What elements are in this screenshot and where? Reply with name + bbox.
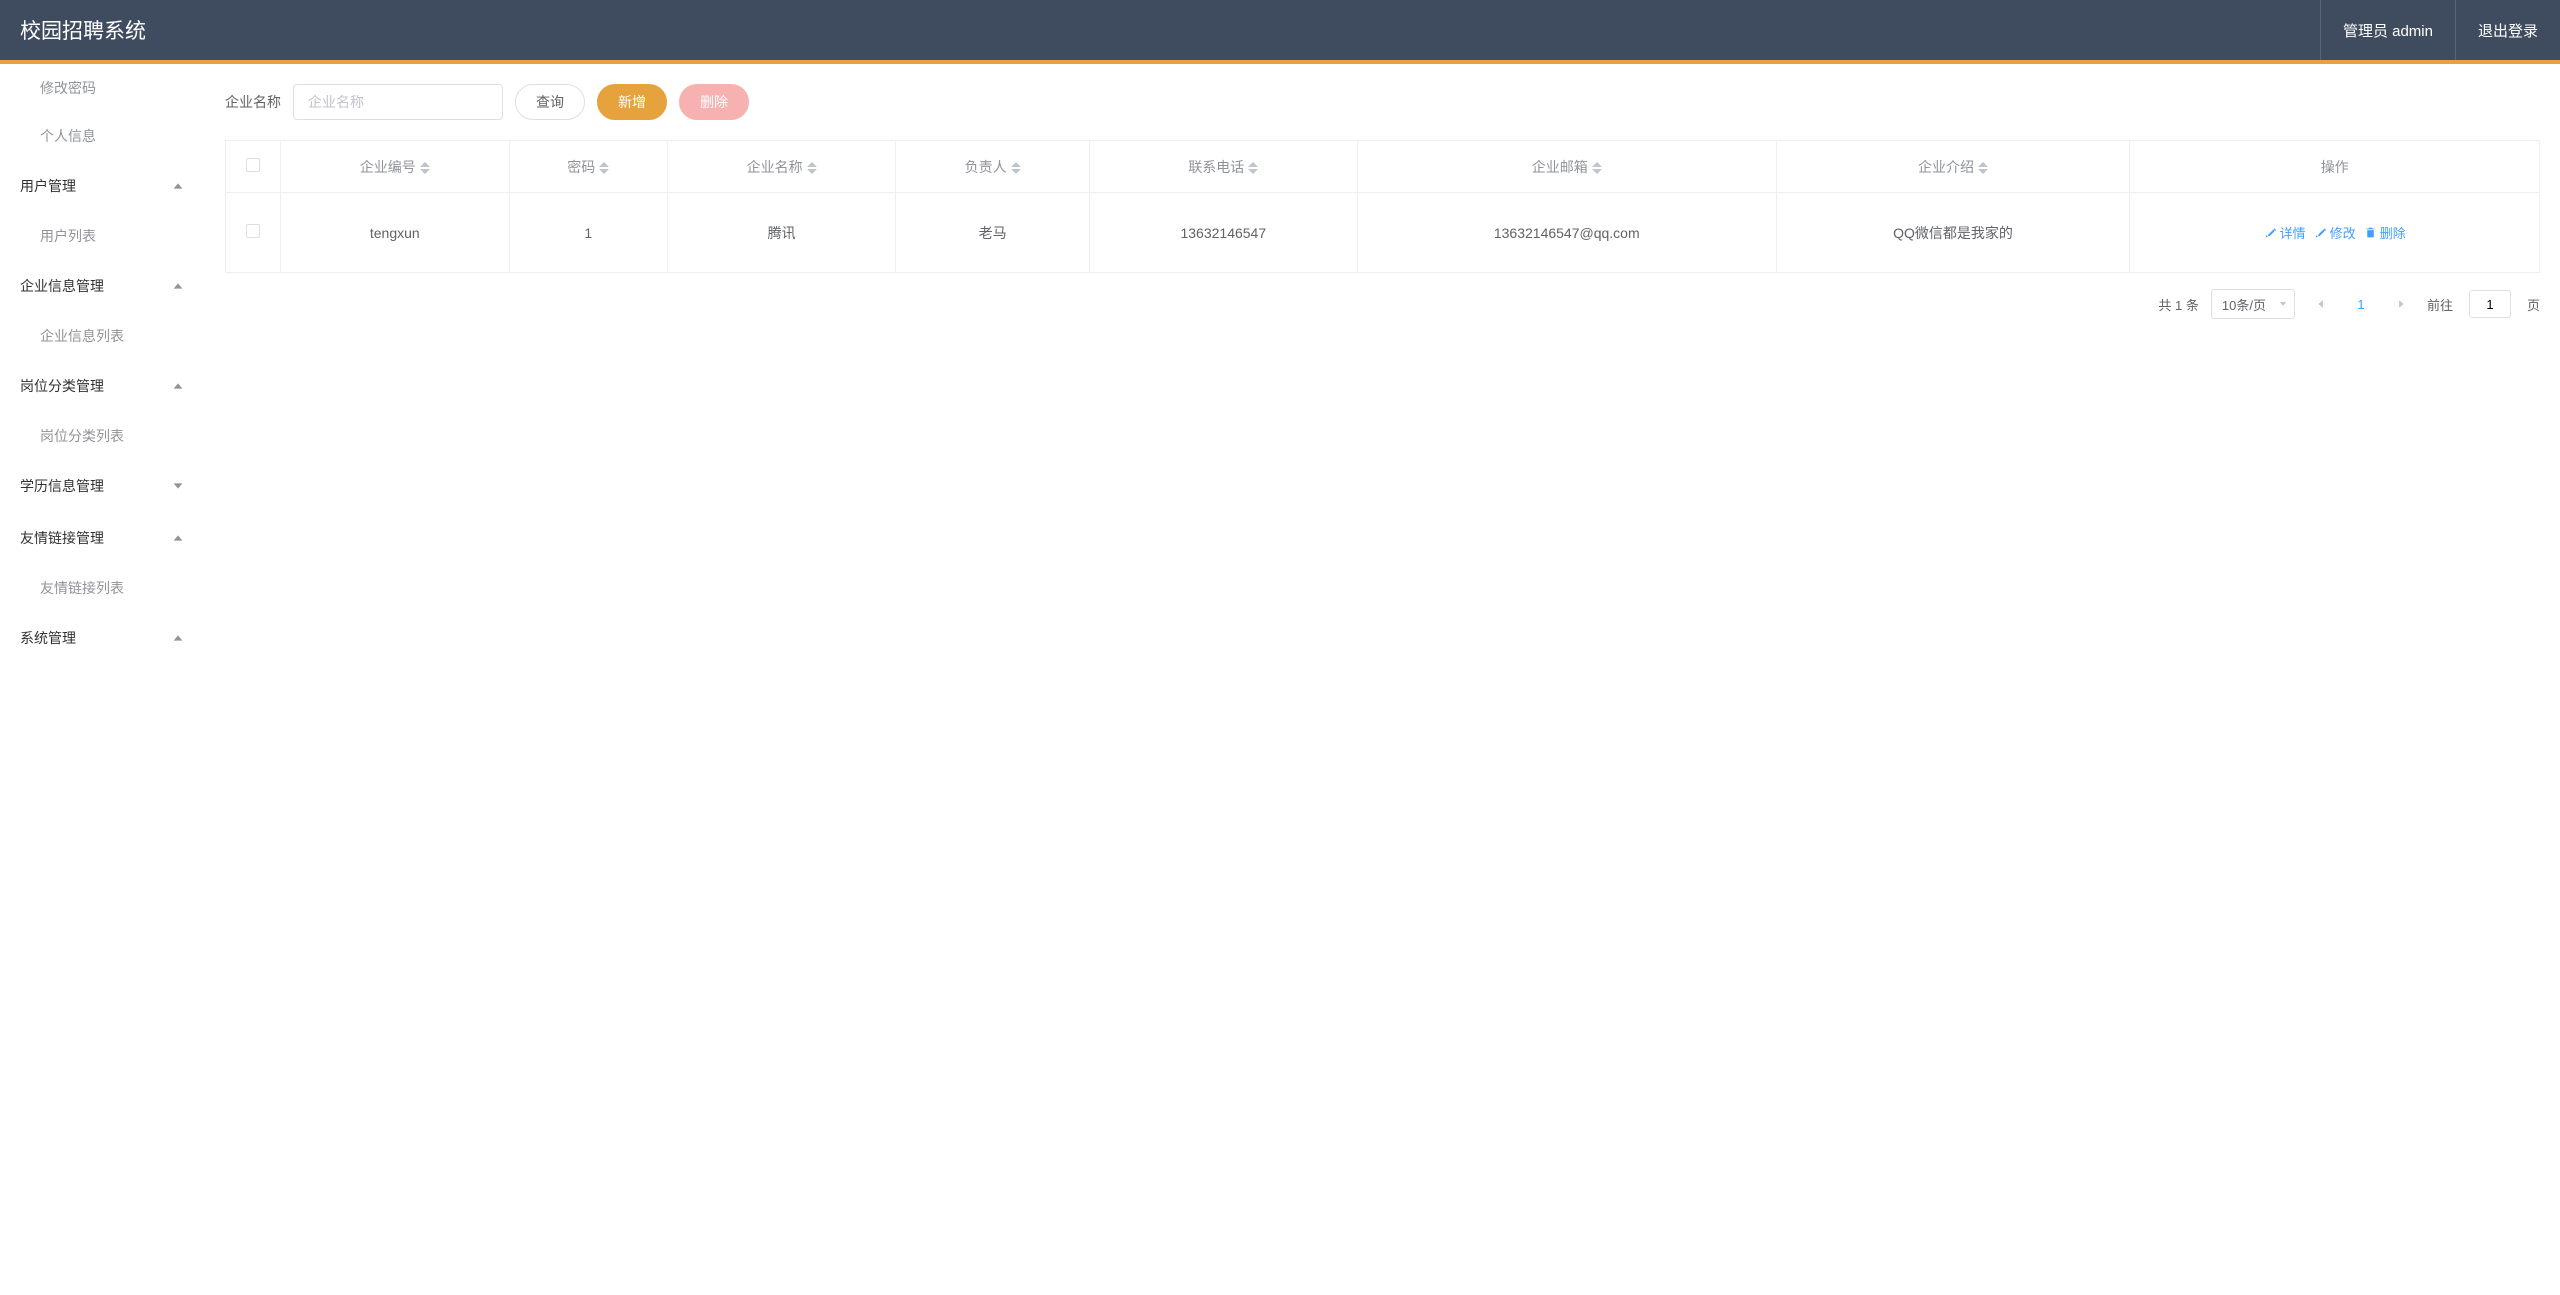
chevron-up-icon xyxy=(171,631,185,645)
pagination: 共 1 条 10条/页 1 前往 页 xyxy=(225,289,2540,319)
cell-actions: 详情 修改 删除 xyxy=(2130,193,2540,273)
sidebar: 修改密码 个人信息 用户管理 用户列表 企业信息管理 企业信息列表 岗位分类管理… xyxy=(0,64,205,1295)
table-row: tengxun 1 腾讯 老马 13632146547 13632146547@… xyxy=(226,193,2540,273)
detail-link[interactable]: 详情 xyxy=(2264,223,2306,242)
sidebar-item-profile[interactable]: 个人信息 xyxy=(0,112,205,160)
sidebar-group-label: 系统管理 xyxy=(20,628,76,648)
col-header-principal[interactable]: 负责人 xyxy=(896,141,1089,193)
cell-name: 腾讯 xyxy=(667,193,896,273)
select-all-header xyxy=(226,141,281,193)
page-number-current[interactable]: 1 xyxy=(2347,290,2375,318)
search-label: 企业名称 xyxy=(225,92,281,112)
sidebar-group-label: 友情链接管理 xyxy=(20,528,104,548)
select-all-checkbox[interactable] xyxy=(246,158,260,172)
enterprise-table: 企业编号 密码 企业名称 负责人 联系电话 企业邮箱 企业介绍 操作 tengx… xyxy=(225,140,2540,273)
sidebar-group-job-category[interactable]: 岗位分类管理 xyxy=(0,360,205,412)
col-header-phone[interactable]: 联系电话 xyxy=(1089,141,1357,193)
add-button[interactable]: 新增 xyxy=(597,84,667,120)
sidebar-group-enterprise[interactable]: 企业信息管理 xyxy=(0,260,205,312)
chevron-down-icon xyxy=(2278,297,2288,312)
row-checkbox[interactable] xyxy=(246,224,260,238)
chevron-left-icon xyxy=(2315,298,2327,310)
col-header-code[interactable]: 企业编号 xyxy=(281,141,510,193)
delete-button[interactable]: 删除 xyxy=(679,84,749,120)
cell-password: 1 xyxy=(509,193,667,273)
cell-email: 13632146547@qq.com xyxy=(1357,193,1776,273)
sidebar-group-user-mgmt[interactable]: 用户管理 xyxy=(0,160,205,212)
sort-icon xyxy=(1248,162,1258,174)
chevron-up-icon xyxy=(171,379,185,393)
chevron-down-icon xyxy=(171,479,185,493)
edit-icon xyxy=(2314,226,2327,239)
cell-code: tengxun xyxy=(281,193,510,273)
next-page-button[interactable] xyxy=(2387,290,2415,318)
cell-intro: QQ微信都是我家的 xyxy=(1776,193,2130,273)
sidebar-group-links[interactable]: 友情链接管理 xyxy=(0,512,205,564)
app-header: 校园招聘系统 管理员 admin 退出登录 xyxy=(0,0,2560,60)
sort-icon xyxy=(1011,162,1021,174)
main-container: 修改密码 个人信息 用户管理 用户列表 企业信息管理 企业信息列表 岗位分类管理… xyxy=(0,64,2560,1295)
sidebar-group-label: 学历信息管理 xyxy=(20,476,104,496)
cell-principal: 老马 xyxy=(896,193,1089,273)
sort-icon xyxy=(1978,162,1988,174)
query-button[interactable]: 查询 xyxy=(515,84,585,120)
row-select-cell xyxy=(226,193,281,273)
sort-icon xyxy=(420,162,430,174)
edit-icon xyxy=(2264,226,2277,239)
sidebar-group-system[interactable]: 系统管理 xyxy=(0,612,205,664)
sidebar-item-links-list[interactable]: 友情链接列表 xyxy=(0,564,205,612)
chevron-up-icon xyxy=(171,279,185,293)
sidebar-group-label: 企业信息管理 xyxy=(20,276,104,296)
admin-user-button[interactable]: 管理员 admin xyxy=(2320,0,2455,60)
search-input[interactable] xyxy=(293,84,503,120)
cell-phone: 13632146547 xyxy=(1089,193,1357,273)
sidebar-item-user-list[interactable]: 用户列表 xyxy=(0,212,205,260)
sidebar-item-change-password[interactable]: 修改密码 xyxy=(0,64,205,112)
col-header-actions: 操作 xyxy=(2130,141,2540,193)
col-header-name[interactable]: 企业名称 xyxy=(667,141,896,193)
col-header-intro[interactable]: 企业介绍 xyxy=(1776,141,2130,193)
sidebar-group-education[interactable]: 学历信息管理 xyxy=(0,460,205,512)
col-header-email[interactable]: 企业邮箱 xyxy=(1357,141,1776,193)
sidebar-item-job-category-list[interactable]: 岗位分类列表 xyxy=(0,412,205,460)
sort-icon xyxy=(807,162,817,174)
main-content: 企业名称 查询 新增 删除 企业编号 密码 企业名称 负责人 联系电话 企业邮箱… xyxy=(205,64,2560,1295)
sort-icon xyxy=(599,162,609,174)
delete-link[interactable]: 删除 xyxy=(2364,223,2406,242)
header-actions: 管理员 admin 退出登录 xyxy=(2320,0,2560,60)
chevron-up-icon xyxy=(171,179,185,193)
page-jump-input[interactable] xyxy=(2469,290,2511,318)
chevron-up-icon xyxy=(171,531,185,545)
sidebar-item-enterprise-list[interactable]: 企业信息列表 xyxy=(0,312,205,360)
sort-icon xyxy=(1592,162,1602,174)
logout-button[interactable]: 退出登录 xyxy=(2455,0,2560,60)
search-bar: 企业名称 查询 新增 删除 xyxy=(225,84,2540,120)
col-header-password[interactable]: 密码 xyxy=(509,141,667,193)
edit-link[interactable]: 修改 xyxy=(2314,223,2356,242)
pagination-total: 共 1 条 xyxy=(2158,295,2198,314)
prev-page-button[interactable] xyxy=(2307,290,2335,318)
app-title: 校园招聘系统 xyxy=(0,15,146,45)
trash-icon xyxy=(2364,226,2377,239)
jump-prefix: 前往 xyxy=(2427,295,2453,314)
table-header-row: 企业编号 密码 企业名称 负责人 联系电话 企业邮箱 企业介绍 操作 xyxy=(226,141,2540,193)
sidebar-group-label: 用户管理 xyxy=(20,176,76,196)
sidebar-group-label: 岗位分类管理 xyxy=(20,376,104,396)
jump-suffix: 页 xyxy=(2527,295,2540,314)
page-size-select[interactable]: 10条/页 xyxy=(2211,289,2295,319)
chevron-right-icon xyxy=(2395,298,2407,310)
